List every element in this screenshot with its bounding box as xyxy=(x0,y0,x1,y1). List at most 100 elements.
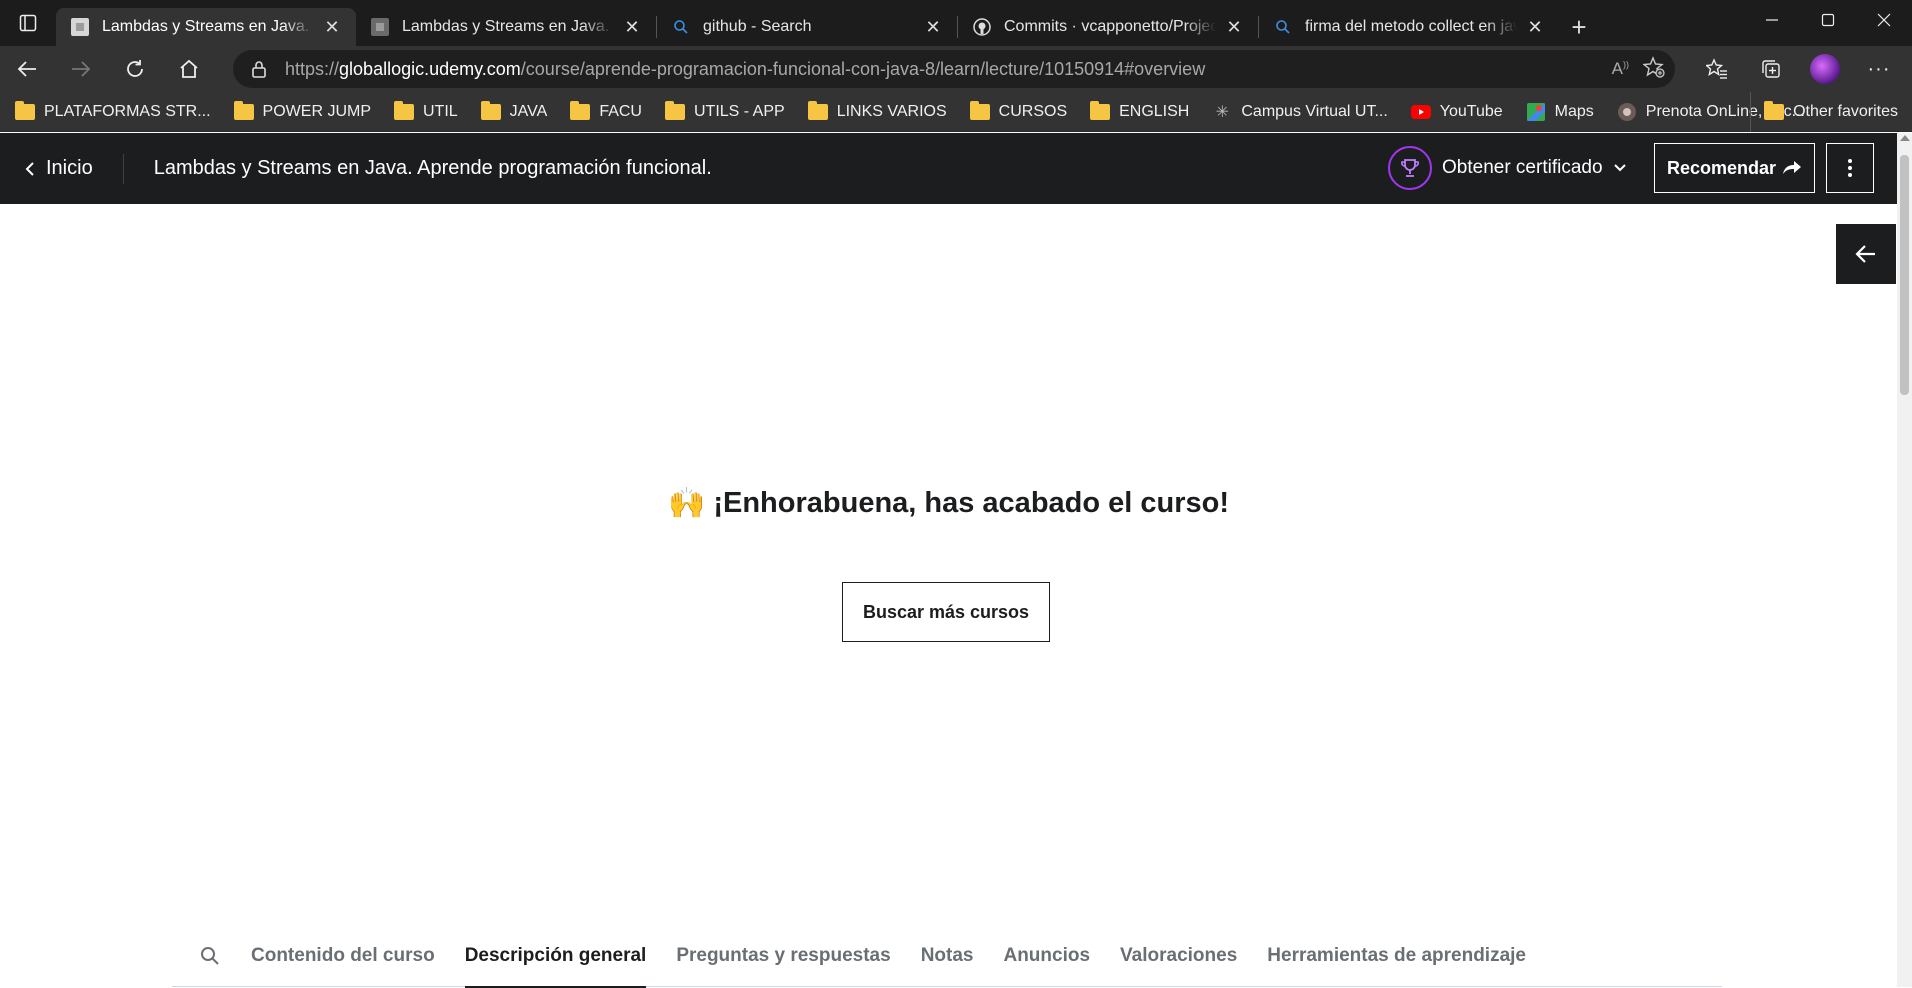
home-link[interactable]: Inicio xyxy=(0,133,93,204)
certificate-button[interactable]: Obtener certificado xyxy=(1388,145,1627,191)
more-options-button[interactable] xyxy=(1826,143,1874,193)
maximize-icon xyxy=(1821,13,1835,27)
bookmark-item[interactable]: CURSOS xyxy=(969,100,1067,121)
close-tab-icon[interactable]: ✕ xyxy=(622,17,642,37)
course-main: 🙌 ¡Enhorabuena, has acabado el curso! Bu… xyxy=(0,204,1897,988)
udemy-favicon-icon xyxy=(370,17,390,37)
new-tab-button[interactable]: + xyxy=(1559,8,1599,46)
refresh-button[interactable] xyxy=(108,49,162,89)
url-text[interactable]: https://globallogic.udemy.com/course/apr… xyxy=(285,59,1205,80)
bookmark-item[interactable]: UTILS - APP xyxy=(664,100,785,121)
add-favorite-icon[interactable] xyxy=(1642,55,1665,83)
folder-icon xyxy=(393,100,415,121)
github-icon xyxy=(972,17,992,37)
home-button[interactable] xyxy=(162,49,216,89)
collections-icon xyxy=(1762,60,1780,78)
folder-icon xyxy=(969,100,991,121)
tab-learning-tools[interactable]: Herramientas de aprendizaje xyxy=(1252,926,1541,987)
settings-menu-button[interactable]: ··· xyxy=(1852,49,1906,89)
folder-icon xyxy=(807,100,829,121)
close-tab-icon[interactable]: ✕ xyxy=(923,17,943,37)
maximize-button[interactable] xyxy=(1800,0,1856,40)
window-controls xyxy=(1744,0,1912,40)
bookmark-label: LINKS VARIOS xyxy=(836,102,947,120)
arrow-left-icon xyxy=(17,61,36,77)
search-icon xyxy=(201,947,219,965)
tab-overview[interactable]: Descripción general xyxy=(450,926,662,988)
close-tab-icon[interactable]: ✕ xyxy=(1525,17,1545,37)
course-tabs: Contenido del curso Descripción general … xyxy=(172,926,1722,988)
chevron-left-icon xyxy=(25,161,34,176)
tab-actions-button[interactable] xyxy=(0,0,56,46)
bookmark-label: Campus Virtual UT... xyxy=(1241,102,1388,120)
search-icon xyxy=(1273,17,1293,37)
folder-icon xyxy=(1763,101,1785,121)
bookmark-item[interactable]: ✳ Campus Virtual UT... xyxy=(1211,102,1388,121)
profile-button[interactable] xyxy=(1798,49,1852,89)
close-window-button[interactable] xyxy=(1856,0,1912,40)
read-aloud-icon[interactable]: A)) xyxy=(1612,59,1629,79)
recommend-label: Recomendar xyxy=(1666,157,1777,178)
raised-hands-icon: 🙌 xyxy=(667,487,706,520)
bookmark-item[interactable]: FACU xyxy=(569,100,642,121)
header-divider xyxy=(122,153,124,184)
bookmark-label: PLATAFORMAS STR... xyxy=(44,102,211,120)
tab-questions-answers[interactable]: Preguntas y respuestas xyxy=(661,926,905,987)
address-bar[interactable]: https://globallogic.udemy.com/course/apr… xyxy=(233,50,1675,88)
more-vertical-icon xyxy=(1848,159,1852,177)
bookmark-item[interactable]: Maps xyxy=(1525,102,1594,121)
folder-icon xyxy=(664,100,686,121)
tab-announcements[interactable]: Anuncios xyxy=(988,926,1105,987)
tab-reviews[interactable]: Valoraciones xyxy=(1105,926,1252,987)
search-icon xyxy=(671,17,691,37)
lock-icon[interactable] xyxy=(233,60,285,78)
minimize-button[interactable] xyxy=(1744,0,1800,40)
minimize-icon xyxy=(1766,19,1778,21)
bookmark-label: UTIL xyxy=(423,102,458,120)
share-arrow-icon xyxy=(1783,161,1802,174)
browser-tab-2[interactable]: Lambdas y Streams en Java. Aprende progr… xyxy=(356,8,656,46)
bookmark-label: POWER JUMP xyxy=(262,102,371,120)
favorites-button[interactable] xyxy=(1690,49,1744,89)
course-title[interactable]: Lambdas y Streams en Java. Aprende progr… xyxy=(154,157,712,180)
other-favorites[interactable]: Other favorites xyxy=(1750,92,1912,132)
tab-notes[interactable]: Notas xyxy=(906,926,989,987)
refresh-icon xyxy=(127,60,143,77)
congrats-text: ¡Enhorabuena, has acabado el curso! xyxy=(713,487,1230,519)
find-more-courses-button[interactable]: Buscar más cursos xyxy=(842,582,1050,642)
folder-icon xyxy=(14,100,36,121)
close-tab-icon[interactable]: ✕ xyxy=(1224,17,1244,37)
course-complete-message: 🙌 ¡Enhorabuena, has acabado el curso! xyxy=(0,486,1897,521)
page-scrollbar[interactable] xyxy=(1897,133,1912,987)
plus-icon: + xyxy=(1571,11,1587,42)
certificate-label: Obtener certificado xyxy=(1442,157,1603,178)
browser-tab-3[interactable]: github - Search ✕ xyxy=(657,8,957,46)
chevron-down-icon xyxy=(1613,164,1626,172)
scroll-up-icon[interactable] xyxy=(1900,135,1910,141)
bookmark-item[interactable]: PLATAFORMAS STR... xyxy=(14,100,211,121)
browser-tab-5[interactable]: firma del metodo collect en java ✕ xyxy=(1259,8,1559,46)
folder-icon xyxy=(1089,100,1111,121)
bookmark-label: JAVA xyxy=(509,102,548,120)
open-sidebar-button[interactable] xyxy=(1836,224,1896,284)
bookmark-item[interactable]: LINKS VARIOS xyxy=(807,100,947,121)
bookmark-item[interactable]: YouTube xyxy=(1410,103,1503,121)
scrollbar-thumb[interactable] xyxy=(1900,155,1909,395)
bookmark-item[interactable]: JAVA xyxy=(480,100,548,121)
back-button[interactable] xyxy=(0,49,54,89)
recommend-button[interactable]: Recomendar xyxy=(1654,143,1815,193)
collections-button[interactable] xyxy=(1744,49,1798,89)
search-course-button[interactable] xyxy=(190,936,230,976)
arrow-right-icon xyxy=(72,61,91,77)
browser-tab-1[interactable]: Lambdas y Streams en Java. Aprende progr… xyxy=(56,8,356,46)
tab-course-content[interactable]: Contenido del curso xyxy=(236,926,450,987)
campus-icon: ✳ xyxy=(1215,103,1230,121)
close-icon xyxy=(1877,13,1891,27)
bookmark-item[interactable]: POWER JUMP xyxy=(233,100,371,121)
forward-button[interactable] xyxy=(54,49,108,89)
bookmark-item[interactable]: ENGLISH xyxy=(1089,100,1189,121)
url-host: globallogic.udemy.com xyxy=(339,58,521,79)
browser-tab-4[interactable]: Commits · vcapponetto/ProjectLambdas ✕ xyxy=(958,8,1258,46)
bookmark-item[interactable]: UTIL xyxy=(393,100,458,121)
close-tab-icon[interactable]: ✕ xyxy=(322,17,342,37)
